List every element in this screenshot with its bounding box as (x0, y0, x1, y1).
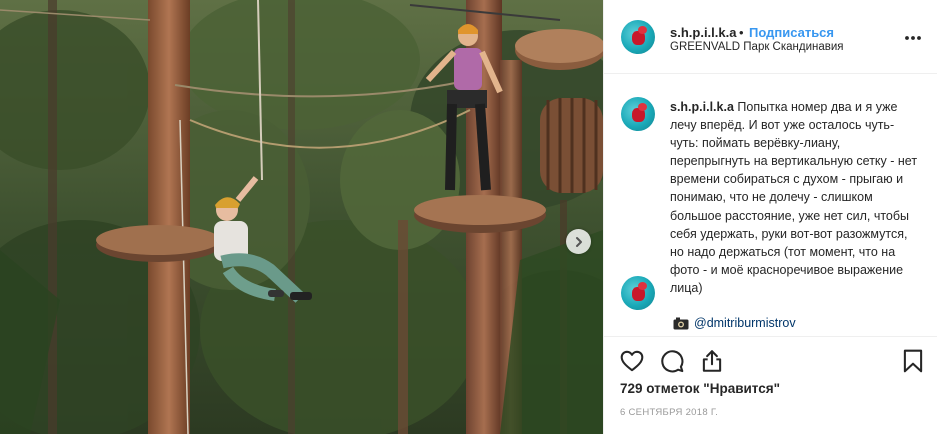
post-header: s.h.p.i.l.k.a • Подписаться GREENVALD Па… (604, 0, 937, 74)
camera-icon (673, 317, 689, 329)
heart-icon (620, 350, 644, 372)
save-button[interactable] (900, 348, 926, 374)
caption-text: Попытка номер два и я уже лечу вперёд. И… (670, 100, 918, 295)
separator-dot: • (739, 25, 744, 40)
location-link[interactable]: GREENVALD Парк Скандинавия (670, 41, 844, 53)
mention-link[interactable]: @dmitriburmistrov (694, 314, 796, 332)
post-photo[interactable] (0, 0, 603, 434)
like-button[interactable] (619, 348, 645, 374)
caption-username-link[interactable]: s.h.p.i.l.k.a (670, 100, 734, 114)
post-username-link[interactable]: s.h.p.i.l.k.a (670, 25, 736, 40)
forest-rope-park-image (0, 0, 603, 434)
likes-count[interactable]: 729 отметок "Нравится" (620, 381, 780, 396)
photo-credit-line: @dmitriburmistrov (673, 314, 796, 332)
follow-button[interactable]: Подписаться (749, 25, 834, 40)
post-side-panel: s.h.p.i.l.k.a • Подписаться GREENVALD Па… (603, 0, 937, 434)
caption-avatar[interactable] (621, 97, 655, 131)
more-options-button[interactable] (903, 28, 923, 48)
chevron-right-icon (575, 236, 582, 247)
post-caption: s.h.p.i.l.k.a Попытка номер два и я уже … (670, 98, 920, 297)
share-button[interactable] (699, 348, 725, 374)
comment-button[interactable] (659, 348, 685, 374)
more-horizontal-icon (905, 36, 921, 40)
carousel-next-button[interactable] (566, 229, 591, 254)
post-date[interactable]: 6 СЕНТЯБРЯ 2018 Г. (620, 407, 718, 418)
share-icon (702, 350, 722, 372)
post-actions: 729 отметок "Нравится" 6 СЕНТЯБРЯ 2018 Г… (604, 336, 937, 434)
comment-icon (661, 350, 684, 373)
bookmark-icon (903, 349, 923, 373)
avatar[interactable] (621, 20, 655, 54)
comment-avatar[interactable] (621, 276, 655, 310)
